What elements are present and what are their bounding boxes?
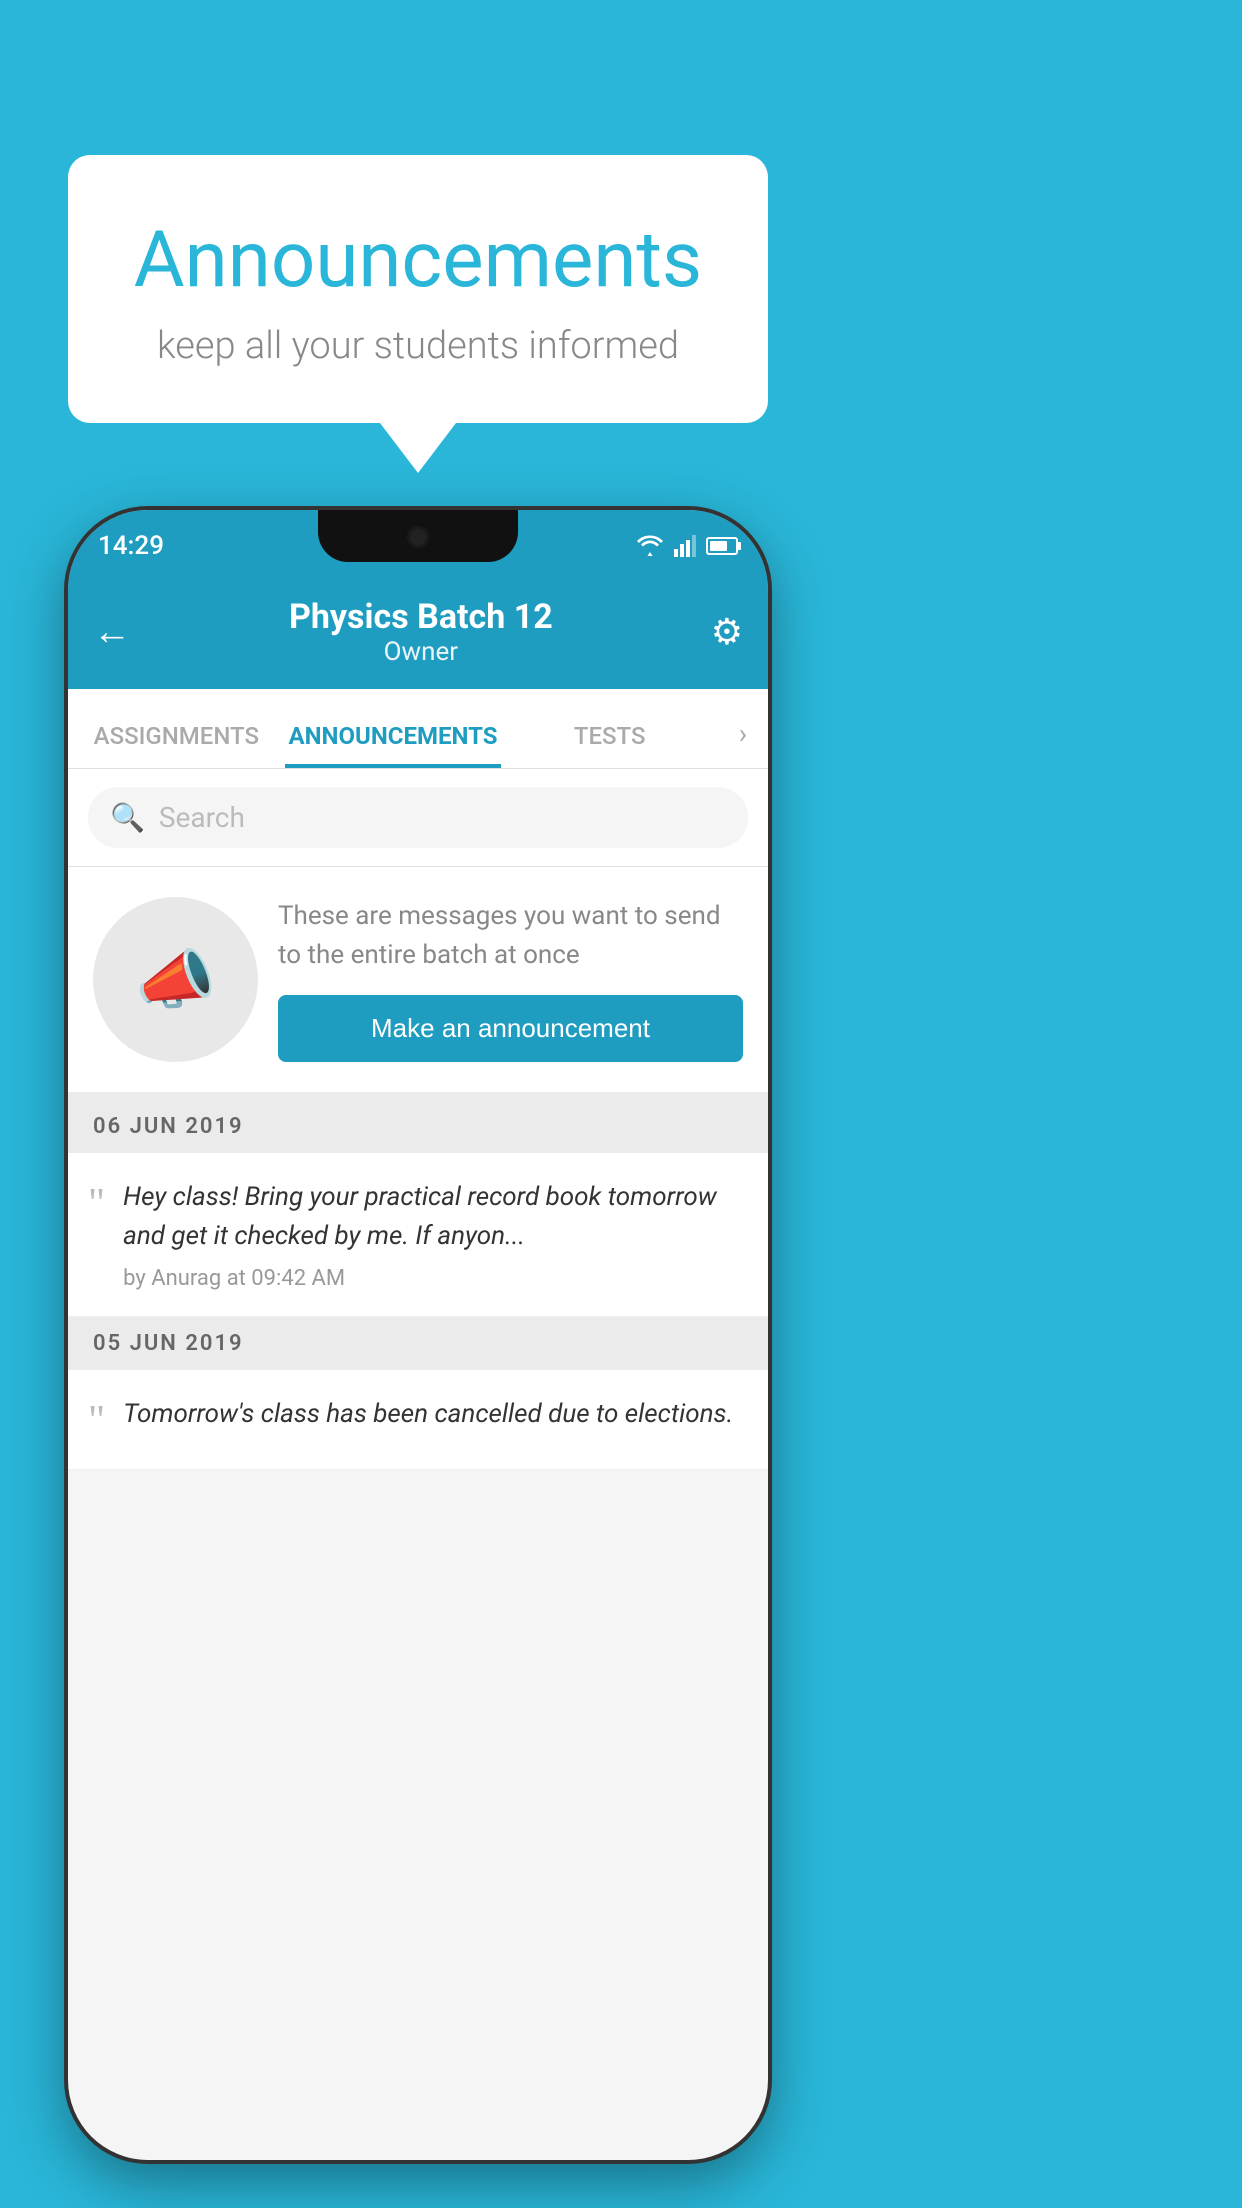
status-icons: [636, 535, 738, 557]
announcement-text-2: Tomorrow's class has been cancelled due …: [123, 1395, 748, 1434]
date-separator-2: 05 JUN 2019: [68, 1317, 768, 1370]
tab-more[interactable]: ›: [718, 717, 768, 768]
announcement-item-2[interactable]: " Tomorrow's class has been cancelled du…: [68, 1370, 768, 1470]
announcement-content-1: Hey class! Bring your practical record b…: [123, 1178, 748, 1291]
search-icon: 🔍: [110, 801, 145, 834]
promo-icon-circle: 📣: [93, 897, 258, 1062]
tab-tests[interactable]: TESTS: [501, 722, 718, 768]
battery-fill: [710, 541, 727, 551]
speech-bubble-title: Announcements: [118, 215, 718, 306]
gear-icon[interactable]: ⚙: [711, 611, 743, 653]
wifi-icon: [636, 535, 664, 557]
speech-bubble-arrow: [380, 423, 456, 473]
announcement-text-1: Hey class! Bring your practical record b…: [123, 1178, 748, 1256]
battery-icon: [706, 537, 738, 555]
header-subtitle: Owner: [289, 637, 553, 667]
signal-icon: [674, 535, 696, 557]
make-announcement-button[interactable]: Make an announcement: [278, 995, 743, 1062]
speech-bubble: Announcements keep all your students inf…: [68, 155, 768, 423]
speech-bubble-subtitle: keep all your students informed: [118, 324, 718, 368]
tabs-bar: ASSIGNMENTS ANNOUNCEMENTS TESTS ›: [68, 689, 768, 769]
tab-announcements[interactable]: ANNOUNCEMENTS: [285, 722, 502, 768]
phone-screen: 14:29: [68, 510, 768, 2160]
tab-assignments[interactable]: ASSIGNMENTS: [68, 722, 285, 768]
quote-icon-2: ": [88, 1400, 105, 1442]
phone-frame: 14:29: [68, 510, 768, 2160]
announcement-item-1[interactable]: " Hey class! Bring your practical record…: [68, 1153, 768, 1317]
app-header: ← Physics Batch 12 Owner ⚙: [68, 574, 768, 689]
search-placeholder: Search: [159, 801, 245, 834]
announcement-meta-1: by Anurag at 09:42 AM: [123, 1266, 748, 1291]
header-title-group: Physics Batch 12 Owner: [289, 597, 553, 667]
megaphone-icon: 📣: [135, 942, 216, 1018]
status-time: 14:29: [98, 531, 164, 561]
date-separator-1: 06 JUN 2019: [68, 1100, 768, 1153]
phone-notch: [318, 510, 518, 562]
quote-icon-1: ": [88, 1183, 105, 1225]
battery-tip: [738, 542, 741, 550]
promo-block: 📣 These are messages you want to send to…: [68, 867, 768, 1100]
search-bar[interactable]: 🔍 Search: [88, 787, 748, 848]
back-button[interactable]: ←: [93, 610, 131, 654]
front-camera: [407, 526, 429, 548]
promo-content: These are messages you want to send to t…: [278, 897, 743, 1062]
announcement-content-2: Tomorrow's class has been cancelled due …: [123, 1395, 748, 1444]
header-title: Physics Batch 12: [289, 597, 553, 637]
search-container: 🔍 Search: [68, 769, 768, 867]
promo-description: These are messages you want to send to t…: [278, 897, 743, 975]
speech-bubble-container: Announcements keep all your students inf…: [68, 155, 768, 473]
